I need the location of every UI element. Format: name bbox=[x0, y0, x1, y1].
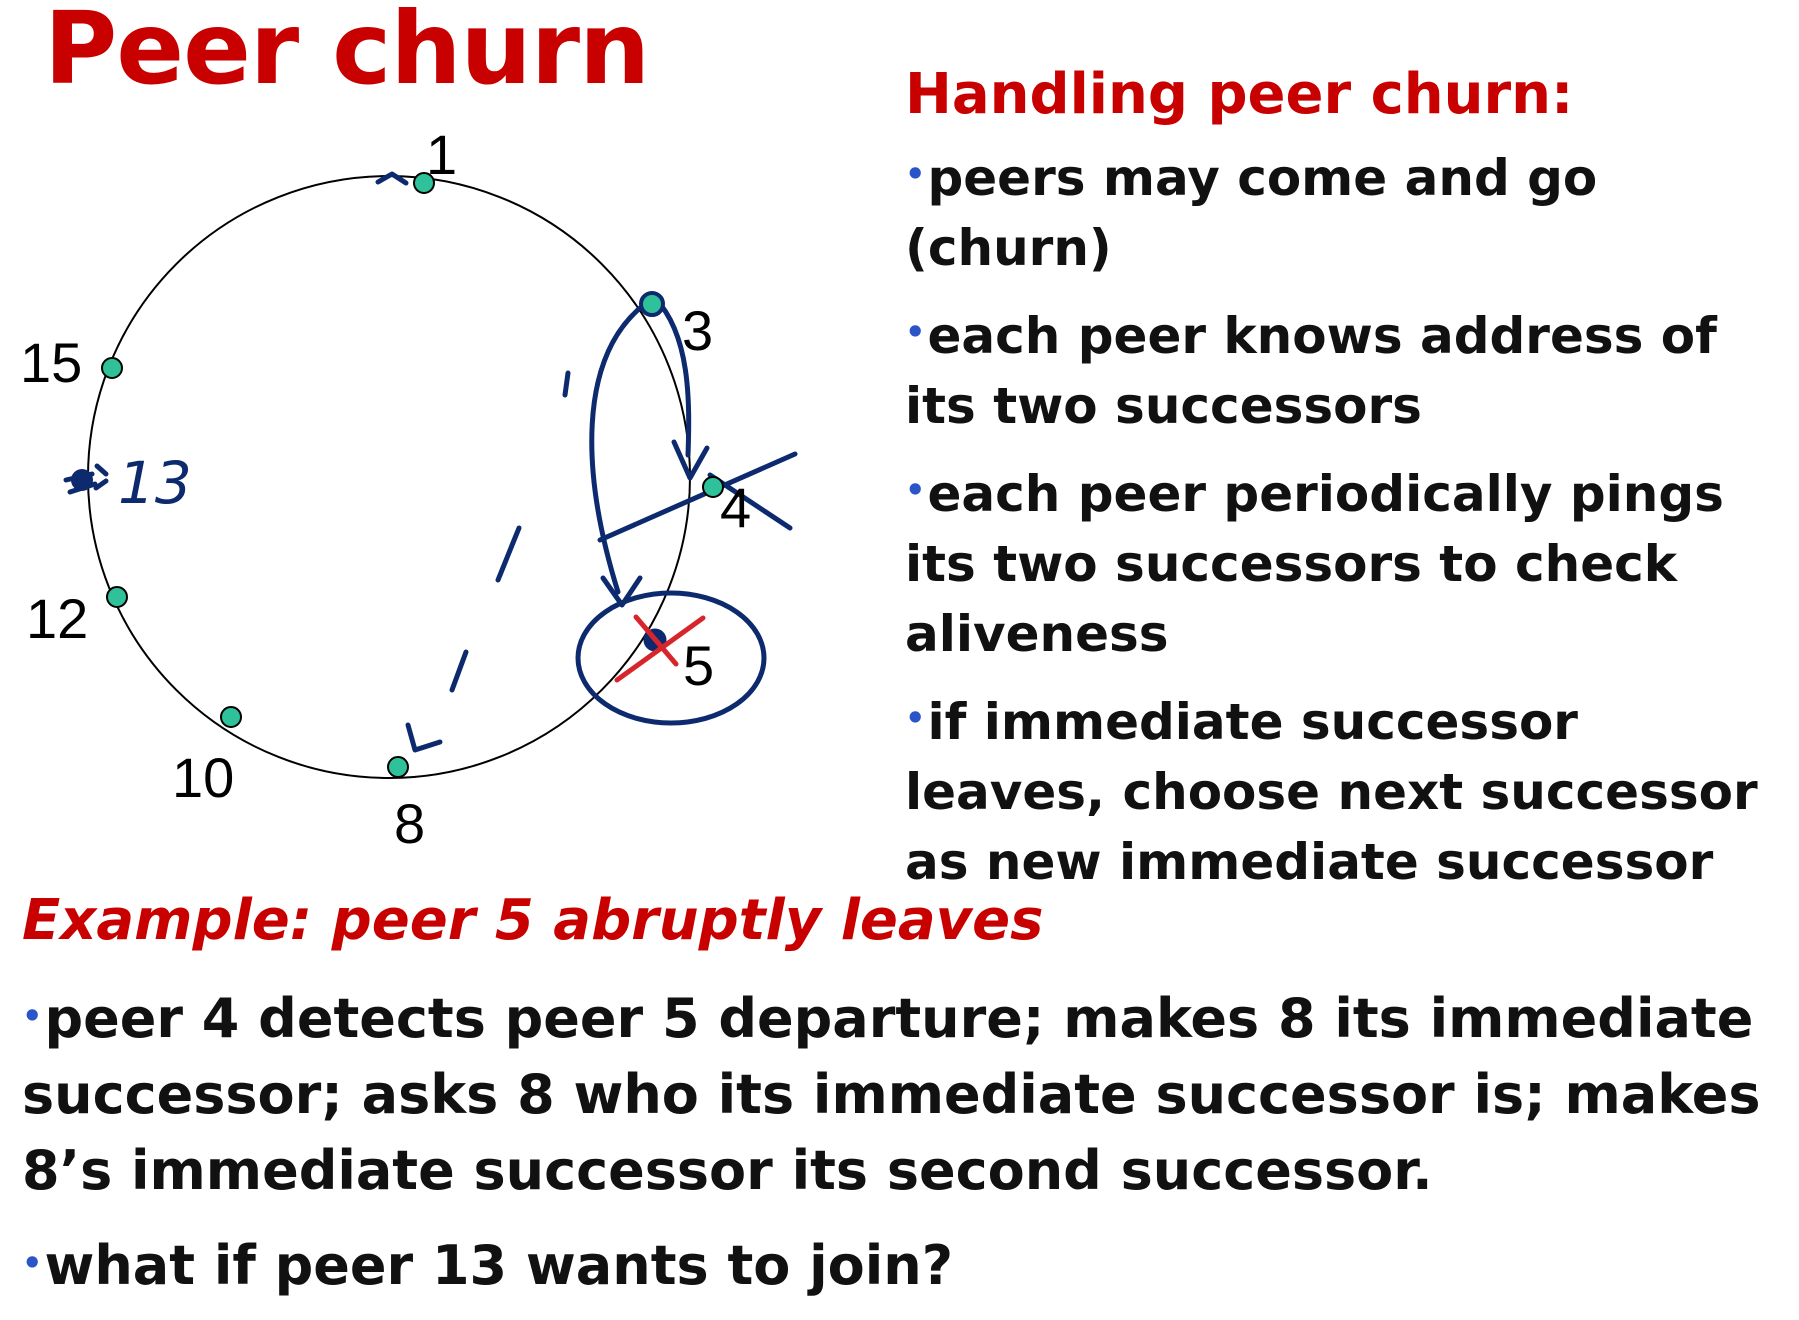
ring-node-1-label: 1 bbox=[426, 123, 457, 186]
side-bullet-text: if immediate successor leaves, choose ne… bbox=[905, 693, 1758, 891]
ring-node-3 bbox=[639, 291, 665, 317]
bullet-dot: • bbox=[905, 155, 926, 193]
ring-node-8 bbox=[387, 756, 409, 778]
ring-node-12-label: 12 bbox=[26, 587, 88, 650]
side-bullet: •each peer knows address of its two succ… bbox=[905, 297, 1795, 441]
side-heading: Handling peer churn: bbox=[905, 62, 1574, 127]
bullet-dot: • bbox=[22, 1244, 43, 1282]
dashed-link-3-to-8 bbox=[449, 370, 571, 693]
example-body: •peer 4 detects peer 5 departure; makes … bbox=[22, 978, 1782, 1320]
side-bullet-text: each peer knows address of its two succe… bbox=[905, 307, 1717, 435]
example-bullet: •peer 4 detects peer 5 departure; makes … bbox=[22, 978, 1782, 1209]
handwritten-13-label: 13 bbox=[118, 449, 192, 517]
side-panel: Handling peer churn: •peers may come and… bbox=[905, 62, 1795, 911]
ring-node-5-label: 5 bbox=[683, 634, 714, 697]
ring-node-10 bbox=[220, 706, 242, 728]
ring-node-15 bbox=[101, 357, 123, 379]
side-bullet: •if immediate successor leaves, choose n… bbox=[905, 683, 1795, 897]
bullet-dot: • bbox=[905, 471, 926, 509]
side-bullet: •peers may come and go (churn) bbox=[905, 139, 1795, 283]
bullet-dot: • bbox=[905, 699, 926, 737]
side-bullet-text: each peer periodically pings its two suc… bbox=[905, 465, 1724, 663]
ring-node-15-label: 15 bbox=[20, 331, 82, 394]
arrow-head-at-8 bbox=[405, 722, 443, 753]
example-heading: Example: peer 5 abruptly leaves bbox=[22, 888, 1044, 953]
side-bullet: •each peer periodically pings its two su… bbox=[905, 455, 1795, 669]
example-bullet: •what if peer 13 wants to join? bbox=[22, 1225, 1782, 1304]
example-bullet-text: peer 4 detects peer 5 departure; makes 8… bbox=[22, 987, 1761, 1202]
bullet-dot: • bbox=[22, 997, 43, 1035]
node-13-ticks bbox=[93, 463, 109, 491]
chord-ring-diagram: 1 3 4 5 8 10 12 15 13 bbox=[20, 123, 798, 855]
ring-node-13-new bbox=[71, 469, 93, 491]
example-bullet-text: what if peer 13 wants to join? bbox=[44, 1234, 954, 1297]
bullet-dot: • bbox=[905, 313, 926, 351]
ring-node-12 bbox=[106, 586, 128, 608]
ring-node-4-label: 4 bbox=[720, 476, 751, 539]
arrow-3-to-5 bbox=[589, 305, 643, 595]
ring-node-10-label: 10 bbox=[172, 746, 234, 809]
side-bullet-text: peers may come and go (churn) bbox=[905, 149, 1598, 277]
ring-node-3-label: 3 bbox=[682, 299, 713, 362]
ring-node-8-label: 8 bbox=[394, 792, 425, 855]
